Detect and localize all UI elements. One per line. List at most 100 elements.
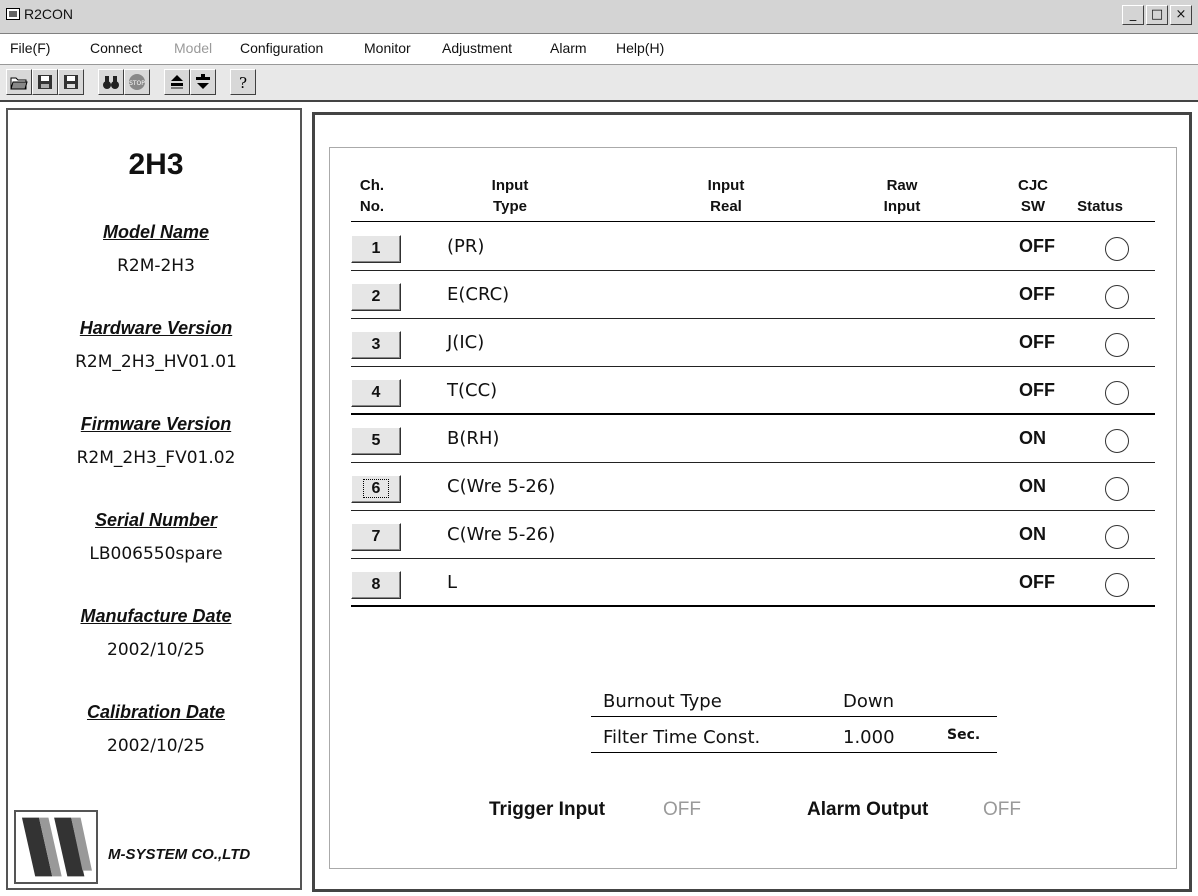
col-header-raw-input: Raw Input (867, 175, 937, 217)
maximize-button[interactable]: □ (1146, 5, 1168, 25)
upload-button[interactable] (164, 69, 190, 95)
status-indicator-1 (1105, 237, 1129, 261)
cjc-sw-7: ON (1019, 524, 1046, 544)
save-as-icon (64, 75, 78, 89)
manufacture-date-value: 2002/10/25 (107, 640, 205, 660)
channel-2-button[interactable]: 2 (351, 283, 401, 311)
filter-time-unit: Sec. (947, 727, 981, 743)
device-info-panel: 2H3 Model Name R2M-2H3 Hardware Version … (6, 108, 302, 890)
calibration-date-label: Calibration Date (86, 702, 226, 722)
table-row: 2 E(CRC) OFF (351, 271, 1155, 319)
serial-number-value: LB006550spare (89, 544, 223, 564)
find-binoculars-icon (103, 76, 119, 89)
channel-3-button[interactable]: 3 (351, 331, 401, 359)
help-question-icon: ? (239, 74, 247, 91)
menu-bar: File(F) Connect Model Configuration Moni… (0, 34, 1198, 64)
status-indicator-7 (1105, 525, 1129, 549)
cjc-sw-8: OFF (1019, 572, 1055, 592)
input-type-2: E(CRC) (447, 284, 510, 305)
channel-2-label: 2 (371, 288, 381, 305)
company-name: M-SYSTEM CO.,LTD (108, 846, 251, 863)
burnout-type-label: Burnout Type (603, 691, 722, 712)
input-type-4: T(CC) (447, 380, 498, 401)
company-logo (14, 810, 98, 884)
minimize-button[interactable]: _ (1122, 5, 1144, 25)
input-type-7: C(Wre 5-26) (447, 524, 556, 545)
menu-model: Model (174, 40, 213, 56)
status-indicator-2 (1105, 285, 1129, 309)
menu-help[interactable]: Help(H) (616, 40, 664, 56)
channel-1-label: 1 (371, 240, 381, 257)
channel-4-button[interactable]: 4 (351, 379, 401, 407)
manufacture-date-label: Manufacture Date (80, 606, 232, 626)
trigger-input-value: OFF (663, 799, 701, 820)
stop-button[interactable]: STOP (124, 69, 150, 95)
close-button[interactable]: × (1170, 5, 1192, 25)
cjc-sw-6: ON (1019, 476, 1046, 496)
channel-4-label: 4 (371, 384, 381, 401)
input-type-5: B(RH) (447, 428, 500, 449)
table-row: 5 B(RH) ON (351, 415, 1155, 463)
alarm-output-label: Alarm Output (807, 799, 929, 820)
menu-file[interactable]: File(F) (10, 40, 50, 56)
channel-5-button[interactable]: 5 (351, 427, 401, 455)
channel-5-label: 5 (371, 432, 381, 449)
cjc-sw-5: ON (1019, 428, 1046, 448)
firmware-version-value: R2M_2H3_FV01.02 (76, 448, 236, 468)
menu-monitor[interactable]: Monitor (364, 40, 411, 56)
col-header-status: Status (1077, 198, 1123, 215)
col-header-cjc-line2: SW (1020, 198, 1046, 215)
col-header-type-line2: Type (493, 198, 527, 215)
cjc-sw-4: OFF (1019, 380, 1055, 400)
save-button[interactable] (32, 69, 58, 95)
channel-3-label: 3 (371, 336, 381, 353)
channel-8-label: 8 (371, 576, 381, 593)
save-as-button[interactable] (58, 69, 84, 95)
input-type-1: (PR) (447, 236, 485, 257)
input-type-8: L (447, 572, 458, 593)
table-row: 4 T(CC) OFF (351, 367, 1155, 415)
channel-7-button[interactable]: 7 (351, 523, 401, 551)
help-button[interactable]: ? (230, 69, 256, 95)
channel-1-button[interactable]: 1 (351, 235, 401, 263)
menu-alarm[interactable]: Alarm (550, 40, 587, 56)
table-row: 7 C(Wre 5-26) ON (351, 511, 1155, 559)
col-header-ch-line2: No. (359, 198, 385, 215)
open-button[interactable] (6, 69, 32, 95)
menu-configuration[interactable]: Configuration (240, 40, 323, 56)
download-icon (196, 74, 210, 89)
col-header-input-real: Input Real (691, 175, 761, 217)
filter-time-value[interactable]: 1.000 (843, 727, 895, 748)
channel-6-button[interactable]: 6 (351, 475, 401, 503)
table-row: 3 J(IC) OFF (351, 319, 1155, 367)
status-indicator-6 (1105, 477, 1129, 501)
channel-config-panel: Ch. No. Input Type Input Real Raw Input … (312, 112, 1192, 892)
menu-connect[interactable]: Connect (90, 40, 142, 56)
menu-adjustment[interactable]: Adjustment (442, 40, 512, 56)
col-header-type-line1: Input (491, 177, 529, 194)
find-button[interactable] (98, 69, 124, 95)
channel-7-label: 7 (371, 528, 381, 545)
model-code: 2H3 (128, 148, 184, 181)
save-icon (38, 75, 52, 89)
header-divider (351, 221, 1155, 222)
burnout-type-value[interactable]: Down (843, 691, 894, 712)
col-header-raw-line1: Raw (886, 177, 918, 194)
table-row: 1 (PR) OFF (351, 223, 1155, 271)
hardware-version-label: Hardware Version (79, 318, 233, 338)
burnout-underline (591, 716, 997, 717)
channel-8-button[interactable]: 8 (351, 571, 401, 599)
table-bottom-divider (351, 605, 1155, 607)
upload-icon (171, 75, 183, 89)
app-icon (6, 8, 20, 20)
status-indicator-4 (1105, 381, 1129, 405)
cjc-sw-1: OFF (1019, 236, 1055, 256)
col-header-raw-line2: Input (883, 198, 921, 215)
filter-underline (591, 752, 997, 753)
download-button[interactable] (190, 69, 216, 95)
toolbar: STOP ? (0, 64, 1198, 102)
hardware-version-value: R2M_2H3_HV01.01 (75, 352, 237, 372)
status-indicator-3 (1105, 333, 1129, 357)
col-header-cjc-line1: CJC (1017, 177, 1048, 194)
col-header-cjc-sw: CJC SW (1015, 175, 1051, 217)
